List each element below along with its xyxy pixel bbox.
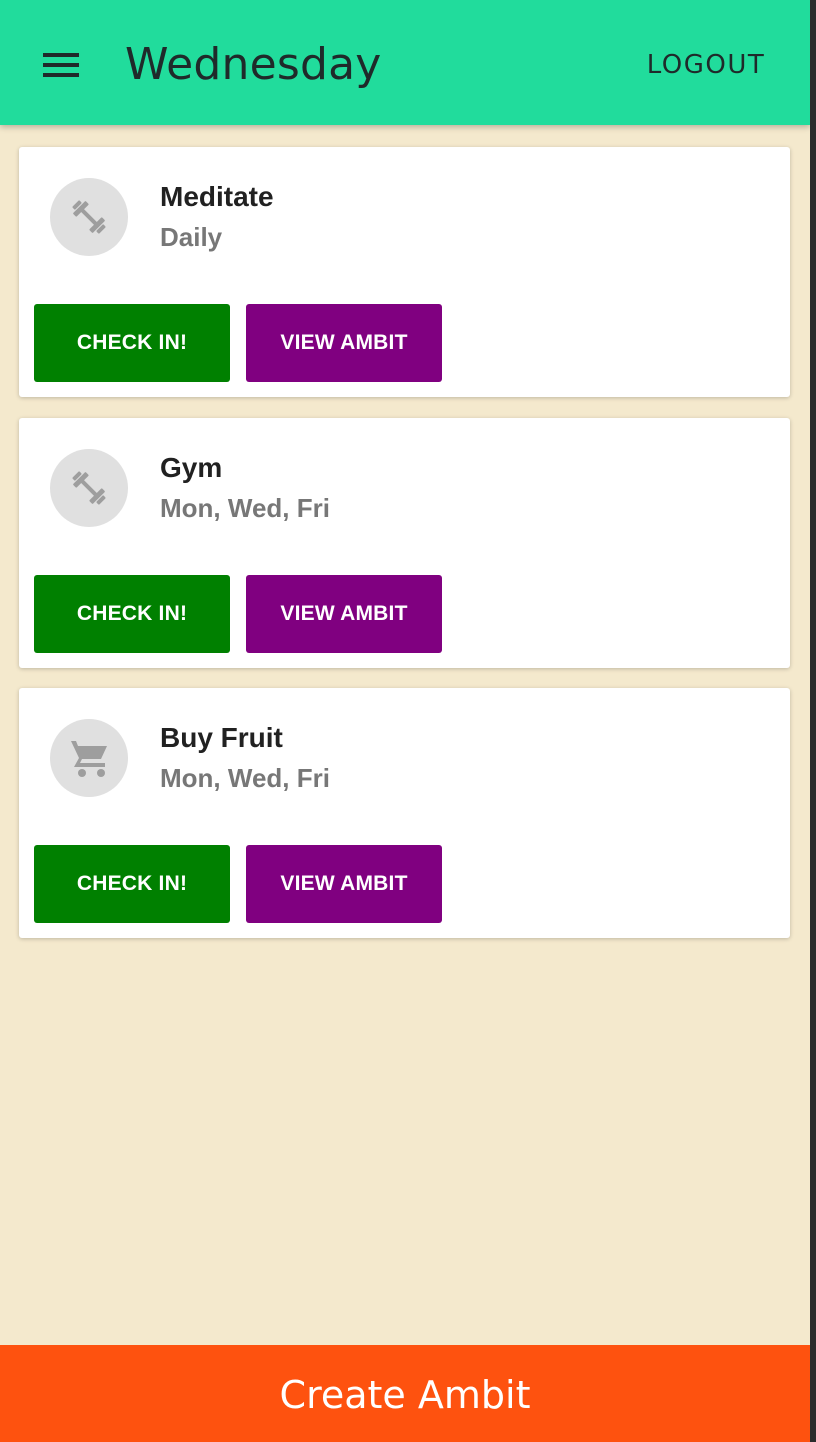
menu-button[interactable] (38, 42, 84, 88)
view-ambit-button[interactable]: VIEW AMBIT (246, 304, 442, 382)
view-ambit-button[interactable]: VIEW AMBIT (246, 845, 442, 923)
shopping-cart-icon (69, 741, 107, 777)
check-in-button[interactable]: CHECK IN! (34, 845, 230, 923)
ambit-frequency: Mon, Wed, Fri (160, 763, 330, 793)
logout-button[interactable]: LOGOUT (636, 44, 776, 86)
window-edge (810, 0, 816, 1442)
dumbbell-icon (72, 200, 106, 234)
app-bar: Wednesday LOGOUT (0, 0, 810, 125)
check-in-button[interactable]: CHECK IN! (34, 304, 230, 382)
ambit-name: Buy Fruit (160, 722, 283, 753)
dumbbell-icon (72, 471, 106, 505)
avatar (50, 719, 128, 797)
avatar (50, 449, 128, 527)
menu-icon (43, 53, 79, 77)
ambit-frequency: Mon, Wed, Fri (160, 493, 330, 523)
ambit-name: Gym (160, 452, 223, 483)
check-in-button[interactable]: CHECK IN! (34, 575, 230, 653)
create-ambit-button[interactable]: Create Ambit (0, 1345, 810, 1442)
ambit-card: Buy Fruit Mon, Wed, Fri CHECK IN! VIEW A… (19, 688, 790, 938)
app-screen: Wednesday LOGOUT Meditate Daily CHECK IN… (0, 0, 810, 1442)
ambit-name: Meditate (160, 181, 274, 212)
ambit-frequency: Daily (160, 222, 223, 252)
avatar (50, 178, 128, 256)
page-title: Wednesday (125, 39, 382, 90)
ambit-card: Meditate Daily CHECK IN! VIEW AMBIT (19, 147, 790, 397)
ambit-card: Gym Mon, Wed, Fri CHECK IN! VIEW AMBIT (19, 418, 790, 668)
view-ambit-button[interactable]: VIEW AMBIT (246, 575, 442, 653)
